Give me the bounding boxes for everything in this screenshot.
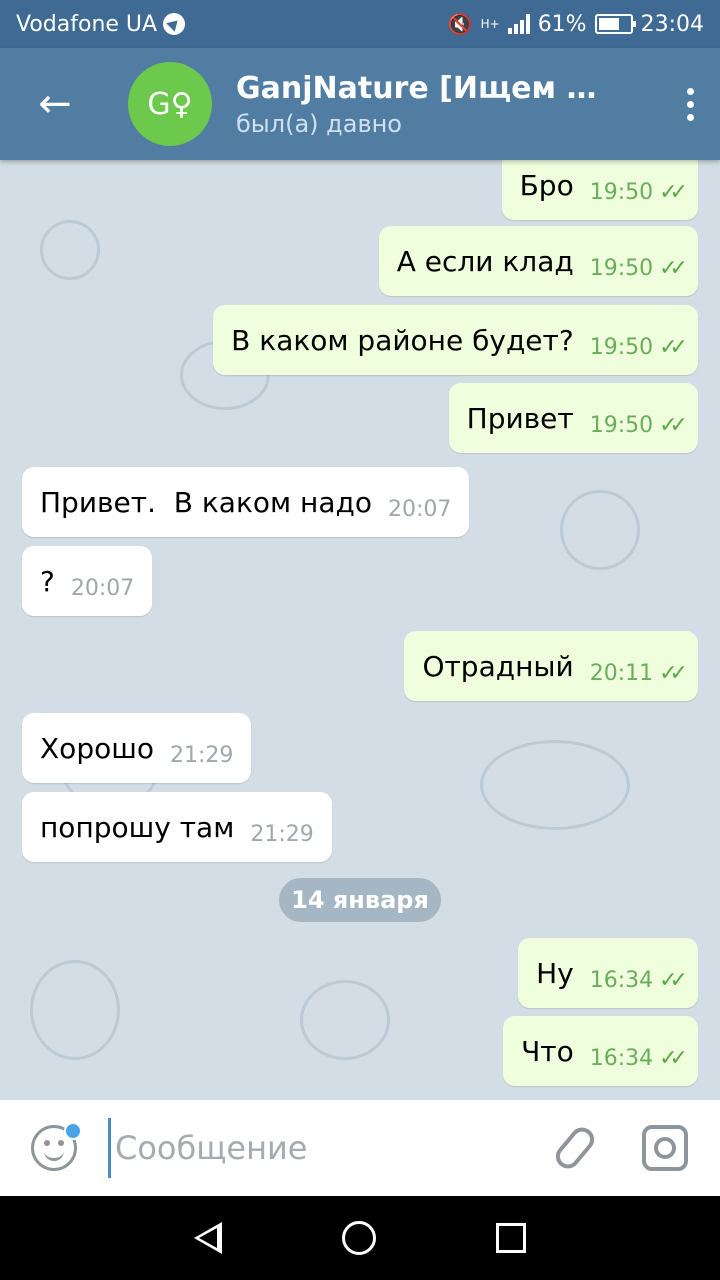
attach-button[interactable]	[530, 1100, 620, 1196]
background-doodle	[300, 980, 390, 1060]
message-text: В каком районе будет?	[231, 323, 574, 357]
message-text: Привет. В каком надо	[40, 485, 372, 519]
message-text: ?	[40, 564, 55, 598]
read-check-icon: ✓✓	[659, 255, 688, 281]
message-bubble[interactable]: Привет. В каком надо 20:07	[22, 467, 470, 537]
carrier-name: Vodafone UA	[16, 11, 158, 37]
message-text: Ну	[536, 956, 574, 990]
dot-icon	[686, 87, 694, 95]
message-time: 19:50	[589, 255, 654, 281]
background-doodle	[560, 490, 640, 570]
read-check-icon: ✓✓	[659, 334, 688, 360]
message-time: 19:50	[589, 179, 654, 205]
message-text: Бро	[519, 168, 574, 202]
message-bubble[interactable]: Отрадный 20:11 ✓✓	[404, 631, 698, 701]
message-bubble[interactable]: попрошу там 21:29	[22, 792, 332, 862]
date-separator: 14 января	[279, 878, 441, 922]
nav-back-icon[interactable]	[194, 1222, 222, 1254]
chat-title: GanjNature [Ищем ку…	[236, 70, 616, 106]
message-time: 19:50	[589, 412, 654, 438]
message-bubble[interactable]: Хорошо 21:29	[22, 713, 252, 783]
nav-recents-icon[interactable]	[496, 1223, 526, 1253]
notification-dot	[64, 1122, 82, 1140]
message-composer	[0, 1100, 720, 1196]
message-text: Хорошо	[40, 731, 154, 765]
message-text: Что	[521, 1034, 574, 1068]
status-bar: Vodafone UA 🔇 H+ 61% 23:04	[0, 0, 720, 48]
camera-icon	[642, 1125, 688, 1171]
dot-icon	[686, 100, 694, 108]
message-bubble[interactable]: В каком районе будет? 19:50 ✓✓	[213, 305, 698, 375]
read-check-icon: ✓✓	[659, 412, 688, 438]
more-menu-button[interactable]	[660, 48, 720, 160]
message-bubble[interactable]: Что 16:34 ✓✓	[503, 1016, 698, 1086]
message-bubble[interactable]: ? 20:07	[22, 546, 153, 616]
message-text: Привет	[466, 401, 574, 435]
carrier: Vodafone UA	[16, 11, 186, 37]
read-check-icon: ✓✓	[659, 660, 688, 686]
message-time: 21:29	[250, 821, 314, 847]
paperclip-icon	[551, 1122, 599, 1174]
read-check-icon: ✓✓	[659, 967, 688, 993]
chat-status: был(а) давно	[236, 109, 402, 138]
signal-icon	[507, 14, 530, 34]
location-icon	[163, 13, 186, 35]
message-input[interactable]	[108, 1118, 530, 1178]
background-doodle	[40, 220, 100, 280]
chat-area[interactable]: Бро 19:50 ✓✓ А если клад 19:50 ✓✓ В како…	[0, 160, 720, 1100]
battery-percent: 61%	[537, 11, 587, 37]
emoji-button[interactable]	[0, 1100, 108, 1196]
back-button[interactable]: ←	[0, 48, 110, 160]
navigation-bar	[0, 1196, 720, 1280]
message-time: 20:07	[387, 496, 452, 522]
message-bubble[interactable]: А если клад 19:50 ✓✓	[378, 226, 698, 296]
message-time: 21:29	[169, 742, 234, 768]
camera-button[interactable]	[620, 1100, 710, 1196]
chat-header: ← G♀ GanjNature [Ищем ку… был(а) давно	[0, 48, 720, 160]
message-time: 20:07	[70, 575, 135, 601]
message-text: А если клад	[396, 244, 574, 278]
message-time: 16:34	[589, 1045, 654, 1071]
background-doodle	[480, 740, 630, 830]
message-text: попрошу там	[40, 810, 235, 844]
read-check-icon: ✓✓	[659, 1045, 688, 1071]
nav-home-icon[interactable]	[342, 1221, 376, 1255]
status-icons: 🔇 H+ 61% 23:04	[448, 12, 704, 37]
clock: 23:04	[640, 11, 704, 37]
message-bubble[interactable]: Привет 19:50 ✓✓	[448, 383, 698, 453]
message-bubble[interactable]: Ну 16:34 ✓✓	[518, 938, 698, 1008]
dot-icon	[686, 113, 694, 121]
read-check-icon: ✓✓	[659, 179, 688, 205]
message-time: 16:34	[589, 967, 654, 993]
message-bubble[interactable]: Бро 19:50 ✓✓	[501, 160, 698, 220]
background-doodle	[30, 960, 120, 1060]
arrow-left-icon: ←	[38, 81, 72, 127]
message-time: 19:50	[589, 334, 654, 360]
avatar[interactable]: G♀	[128, 62, 212, 146]
network-type: H+	[480, 17, 500, 31]
message-text: Отрадный	[422, 649, 574, 683]
chat-info[interactable]: GanjNature [Ищем ку… был(а) давно	[236, 71, 660, 138]
battery-icon	[594, 14, 636, 34]
message-time: 20:11	[589, 660, 654, 686]
avatar-initials: G♀	[147, 86, 193, 122]
mute-icon: 🔇	[447, 12, 473, 36]
